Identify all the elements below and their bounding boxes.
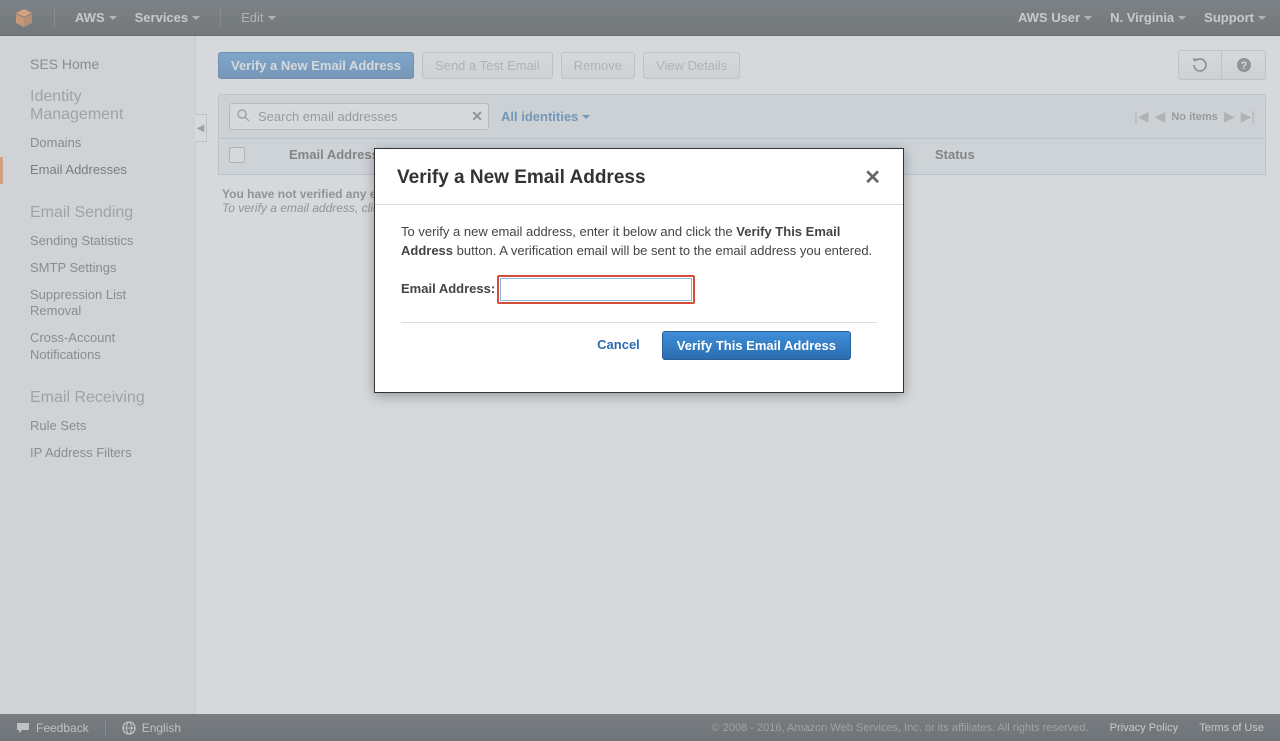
modal-description: To verify a new email address, enter it …	[401, 223, 877, 261]
modal-footer: Cancel Verify This Email Address	[401, 323, 877, 380]
verify-this-email-button[interactable]: Verify This Email Address	[662, 331, 851, 360]
email-input[interactable]	[500, 278, 692, 301]
email-field-row: Email Address:	[401, 275, 877, 323]
email-input-highlight	[497, 275, 695, 304]
modal-header: Verify a New Email Address ✕	[375, 149, 903, 205]
verify-email-modal: Verify a New Email Address ✕ To verify a…	[374, 148, 904, 393]
modal-title: Verify a New Email Address	[397, 167, 646, 189]
cancel-button[interactable]: Cancel	[597, 336, 640, 355]
modal-body: To verify a new email address, enter it …	[375, 205, 903, 392]
close-icon[interactable]: ✕	[864, 165, 881, 190]
email-label: Email Address:	[401, 280, 495, 299]
